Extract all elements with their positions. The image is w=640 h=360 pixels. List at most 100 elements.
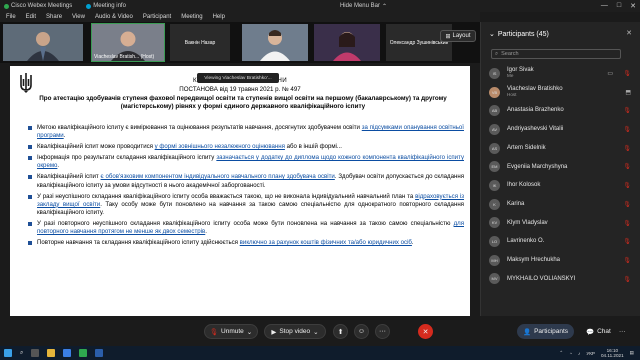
layout-icon: ⊞ [445,33,451,40]
task-view-icon[interactable] [31,349,40,357]
reactions-button[interactable]: ☺ [354,324,369,339]
network-icon[interactable]: ◔ [569,351,572,356]
participant-row[interactable]: IS Igor Sivak Me ▭ 🎙 [481,64,640,83]
participant-row[interactable]: MV MYKHAILO VOLIANSKYI 🎙 [481,270,640,289]
close-panel-button[interactable]: ✕ [626,29,632,37]
windows-taskbar: ⌕ ⌃ ◔ ♪ УКР 16:10 04.11.2021 ▤ [0,346,640,360]
mic-muted-icon[interactable]: 🎙 [623,257,631,264]
end-meeting-button[interactable]: ✕ [418,324,433,339]
participants-header[interactable]: ⌄ Participants (45) [489,30,549,39]
video-tile[interactable] [242,24,308,61]
participant-row[interactable]: VB Viacheslav Bratishko Host ⬒ [481,83,640,102]
mic-muted-icon[interactable]: 🎙 [623,220,631,227]
chat-icon: 💬 [586,328,595,336]
language-indicator[interactable]: УКР [586,351,595,356]
avatar: K [489,198,500,210]
chat-tab[interactable]: 💬 Chat [580,324,617,339]
avatar: MV [489,273,500,285]
share-button[interactable]: ⬆ [333,324,348,339]
menu-file[interactable]: File [6,14,16,20]
video-tile-host[interactable]: Viacheslav Bratish... (Host) [91,23,165,62]
system-tray: ⌃ ◔ ♪ УКР 16:10 04.11.2021 ▤ [559,348,640,358]
title-bar: Cisco Webex Meetings Meeting info Hide M… [0,0,640,12]
mic-muted-icon[interactable]: 🎙 [623,276,631,283]
chevron-down-icon: ⌄ [489,31,495,38]
mic-muted-icon[interactable]: 🎙 [623,70,631,77]
notifications-icon[interactable]: ▤ [630,350,634,356]
chevron-down-icon: ⌄ [313,328,319,336]
participants-tab[interactable]: 👤 Participants [517,324,575,339]
doc-list-item: Повторне навчання та складання кваліфіка… [28,239,464,247]
clock[interactable]: 16:10 04.11.2021 [601,348,624,358]
info-icon [86,3,92,9]
mic-muted-icon[interactable]: 🎙 [623,201,631,208]
mic-muted-icon[interactable]: 🎙 [623,145,631,152]
doc-list-item: Кваліфікаційний іспит може проводитися у… [28,143,464,151]
menu-view[interactable]: View [72,14,85,20]
minimize-button[interactable]: — [601,2,608,10]
participant-video [260,30,290,61]
webex-window: Cisco Webex Meetings Meeting info Hide M… [0,0,640,360]
doc-list-item: Кваліфікаційний іспит є обов'язковим ком… [28,173,464,189]
mic-muted-icon[interactable]: 🎙 [623,182,631,189]
volume-icon[interactable]: ♪ [578,351,580,356]
avatar: IK [489,179,500,191]
participant-list: IS Igor Sivak Me ▭ 🎙 VB Viacheslav Bratis… [481,64,640,288]
participant-row[interactable]: KV Klym Vladyslav 🎙 [481,214,640,233]
participant-row[interactable]: K Karina 🎙 [481,195,640,214]
video-tile[interactable] [314,24,380,61]
search-icon[interactable]: ⌕ [20,350,23,357]
smiley-icon: ☺ [357,328,366,335]
menu-help[interactable]: Help [213,14,225,20]
video-tile[interactable]: Вакнін Назар [170,24,230,61]
video-tile[interactable] [3,24,83,61]
participant-row[interactable]: AS Artem Sidelnik 🎙 [481,139,640,158]
participant-row[interactable]: AV Andriyashevski Vitalii 🎙 [481,120,640,139]
participants-panel: ⌄ Participants (45) ✕ ⌕ IS Igor SivakMe … [480,22,640,316]
participant-row[interactable]: LO Lavrinenko O. 🎙 [481,232,640,251]
menu-meeting[interactable]: Meeting [181,14,202,20]
doc-resolution: ПОСТАНОВА від 19 травня 2021 р. № 497 [179,86,301,93]
webex-taskbar-icon[interactable] [79,349,88,357]
menu-participant[interactable]: Participant [143,14,171,20]
participant-row[interactable]: MH Maksym Hrechukha 🎙 [481,251,640,270]
participant-row[interactable]: EM Evgeniia Marchyshyna 🎙 [481,157,640,176]
avatar: AV [489,123,500,135]
avatar: AS [489,142,500,154]
menu-edit[interactable]: Edit [26,14,36,20]
doc-list: Метою кваліфікаційного іспиту є вимірюва… [28,124,464,250]
participant-row[interactable]: IK Ihor Kolosok 🎙 [481,176,640,195]
menu-share[interactable]: Share [46,14,62,20]
more-options-button[interactable]: ··· [375,324,390,339]
doc-list-item: У разі повторного неуспішного складання … [28,220,464,236]
stop-video-button[interactable]: ▶ Stop video ⌄ [264,324,326,339]
close-button[interactable]: ✕ [630,2,636,10]
mic-muted-icon[interactable]: 🎙 [623,126,631,133]
mic-muted-icon[interactable]: 🎙 [623,107,631,114]
participant-video [333,32,361,61]
windows-start-icon[interactable] [4,349,12,357]
layout-button[interactable]: ⊞ Layout [440,30,476,42]
explorer-icon[interactable] [47,349,56,357]
maximize-button[interactable]: □ [617,2,621,10]
menu-audio-video[interactable]: Audio & Video [95,14,133,20]
participant-row[interactable]: AB Anastasia Brazhenko 🎙 [481,101,640,120]
participant-search[interactable]: ⌕ [491,49,621,59]
webex-icon [4,3,9,9]
mic-muted-icon[interactable]: 🎙 [623,238,631,245]
search-icon: ⌕ [495,50,499,57]
chevron-down-icon: ⌄ [246,328,253,336]
hide-menu-bar-button[interactable]: Hide Menu Bar ⌃ [340,3,387,10]
viewing-tooltip: Viewing Viacheslav Bratishko'... [197,73,279,83]
chevron-up-icon[interactable]: ⌃ [559,350,563,356]
doc-list-item: Метою кваліфікаційного іспиту є вимірюва… [28,124,464,140]
word-icon[interactable] [95,349,104,357]
avatar: KV [489,217,500,229]
meeting-info-button[interactable]: Meeting info [86,3,126,9]
video-strip: Viacheslav Bratish... (Host) Вакнін Наза… [0,22,480,63]
overflow-button[interactable]: ··· [616,324,629,339]
unmute-button[interactable]: 🎙 Unmute ⌄ [204,324,258,339]
browser-icon[interactable] [63,349,72,357]
search-input[interactable] [501,51,612,57]
mic-muted-icon[interactable]: 🎙 [623,163,631,170]
